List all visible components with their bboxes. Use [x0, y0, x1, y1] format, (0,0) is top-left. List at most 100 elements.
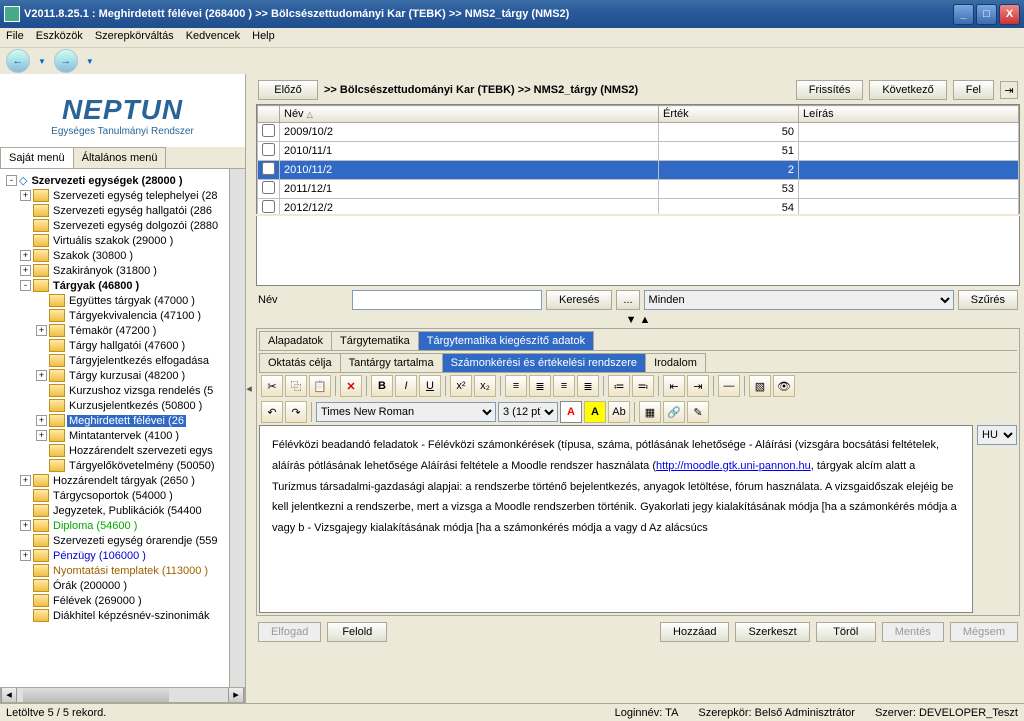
- redo-icon[interactable]: ↷: [285, 401, 307, 423]
- splitter-horizontal[interactable]: ▼ ▲: [256, 314, 1020, 326]
- row-checkbox[interactable]: [262, 124, 275, 137]
- grid-header-desc[interactable]: Leírás: [799, 106, 1019, 123]
- grid-header-name[interactable]: Név △: [280, 106, 659, 123]
- tree-item[interactable]: Tárgyjelentkezés elfogadása: [67, 355, 211, 367]
- edit-button[interactable]: Szerkeszt: [735, 622, 809, 642]
- menu-role[interactable]: Szerepkörváltás: [95, 30, 174, 45]
- maximize-button[interactable]: □: [976, 4, 997, 25]
- expand-icon[interactable]: +: [36, 325, 47, 336]
- expand-icon[interactable]: +: [36, 415, 47, 426]
- tree-item[interactable]: Jegyzetek, Publikációk (54400: [51, 505, 204, 517]
- expand-icon[interactable]: +: [36, 370, 47, 381]
- undo-icon[interactable]: ↶: [261, 401, 283, 423]
- delete-button[interactable]: Töröl: [816, 622, 876, 642]
- cut-icon[interactable]: ✂: [261, 375, 283, 397]
- tree-item[interactable]: Félévek (269000 ): [51, 595, 144, 607]
- tab-subject-theme-extra[interactable]: Tárgytematika kiegészítő adatok: [418, 331, 594, 350]
- align-right-icon[interactable]: ≡: [553, 375, 575, 397]
- row-checkbox[interactable]: [262, 200, 275, 213]
- tree-item[interactable]: Pénzügy (106000 ): [51, 550, 148, 562]
- expand-icon[interactable]: +: [20, 520, 31, 531]
- preview-icon[interactable]: 👁: [773, 375, 795, 397]
- tab-content[interactable]: Tantárgy tartalma: [340, 353, 443, 372]
- collapse-icon[interactable]: -: [6, 175, 17, 186]
- table-row[interactable]: 2012/12/254: [258, 199, 1019, 215]
- tree-item[interactable]: Órák (200000 ): [51, 580, 129, 592]
- rich-text-editor[interactable]: Félévközi beadandó feladatok - Félévközi…: [259, 425, 973, 613]
- table-row[interactable]: 2009/10/250: [258, 123, 1019, 142]
- indent-icon[interactable]: ⇥: [687, 375, 709, 397]
- tree-item[interactable]: Nyomtatási templatek (113000 ): [51, 565, 210, 577]
- clearformat-icon[interactable]: Ab: [608, 401, 630, 423]
- add-button[interactable]: Hozzáad: [660, 622, 729, 642]
- tree-item[interactable]: Szervezeti egység telephelyei (28: [51, 190, 219, 202]
- tree-item[interactable]: Kurzushoz vizsga rendelés (5: [67, 385, 215, 397]
- edit-icon[interactable]: ✎: [687, 401, 709, 423]
- table-icon[interactable]: ▦: [639, 401, 661, 423]
- tree-item[interactable]: Témakör (47200 ): [67, 325, 158, 337]
- tree-item[interactable]: Szervezeti egység órarendje (559: [51, 535, 219, 547]
- hr-icon[interactable]: —: [718, 375, 740, 397]
- image-icon[interactable]: ▧: [749, 375, 771, 397]
- tree-item[interactable]: Szakirányok (31800 ): [51, 265, 159, 277]
- tree-item[interactable]: Hozzárendelt tárgyak (2650 ): [51, 475, 197, 487]
- dropdown-icon[interactable]: ▼: [86, 57, 94, 66]
- data-grid[interactable]: Név △ Érték Leírás 2009/10/250 2010/11/1…: [256, 104, 1020, 214]
- tree-item[interactable]: Mintatantervek (4100 ): [67, 430, 181, 442]
- tab-subject-theme[interactable]: Tárgytematika: [331, 331, 419, 350]
- menu-tools[interactable]: Eszközök: [36, 30, 83, 45]
- delete-icon[interactable]: ✕: [340, 375, 362, 397]
- list-numbers-icon[interactable]: ≕: [632, 375, 654, 397]
- row-checkbox[interactable]: [262, 143, 275, 156]
- tree-scrollbar[interactable]: [229, 169, 245, 687]
- align-left-icon[interactable]: ≡: [505, 375, 527, 397]
- nav-forward-button[interactable]: →: [54, 49, 78, 73]
- tree-item[interactable]: Virtuális szakok (29000 ): [51, 235, 175, 247]
- row-checkbox[interactable]: [262, 162, 275, 175]
- superscript-icon[interactable]: x²: [450, 375, 472, 397]
- tree-item[interactable]: Tárgy hallgatói (47600 ): [67, 340, 187, 352]
- menu-file[interactable]: File: [6, 30, 24, 45]
- collapse-icon[interactable]: -: [20, 280, 31, 291]
- subscript-icon[interactable]: x₂: [474, 375, 496, 397]
- tree-item[interactable]: Tárgyelőkövetelmény (50050): [67, 460, 217, 472]
- nav-back-button[interactable]: ←: [6, 49, 30, 73]
- close-button[interactable]: X: [999, 4, 1020, 25]
- editor-link[interactable]: http://moodle.gtk.uni-pannon.hu: [656, 460, 811, 472]
- refresh-button[interactable]: Frissítés: [796, 80, 864, 100]
- minimize-button[interactable]: _: [953, 4, 974, 25]
- tree-item-selected[interactable]: Meghirdetett félévei (26: [67, 415, 186, 427]
- row-checkbox[interactable]: [262, 181, 275, 194]
- tab-goal[interactable]: Oktatás célja: [259, 353, 341, 372]
- pin-button[interactable]: ⇥: [1000, 81, 1018, 99]
- release-button[interactable]: Felold: [327, 622, 387, 642]
- tree-item[interactable]: Diákhitel képzésnév-szinonimák: [51, 610, 212, 622]
- language-select[interactable]: HU: [977, 425, 1017, 445]
- up-button[interactable]: Fel: [953, 80, 994, 100]
- bold-icon[interactable]: B: [371, 375, 393, 397]
- tab-literature[interactable]: Irodalom: [645, 353, 706, 372]
- underline-icon[interactable]: U: [419, 375, 441, 397]
- grid-header-value[interactable]: Érték: [659, 106, 799, 123]
- font-family-select[interactable]: Times New Roman: [316, 402, 496, 422]
- navigation-tree[interactable]: -◇Szervezeti egységek (28000 ) +Szerveze…: [0, 169, 245, 687]
- align-justify-icon[interactable]: ≣: [577, 375, 599, 397]
- tree-item[interactable]: Diploma (54600 ): [51, 520, 139, 532]
- align-center-icon[interactable]: ≣: [529, 375, 551, 397]
- tree-item[interactable]: Tárgyak (46800 ): [51, 280, 141, 292]
- search-button[interactable]: Keresés: [546, 290, 612, 310]
- expand-icon[interactable]: +: [20, 250, 31, 261]
- tree-item[interactable]: Szervezeti egység hallgatói (286: [51, 205, 214, 217]
- expand-icon[interactable]: +: [36, 430, 47, 441]
- tree-item[interactable]: Szervezeti egység dolgozói (2880: [51, 220, 220, 232]
- font-size-select[interactable]: 3 (12 pt): [498, 402, 558, 422]
- prev-button[interactable]: Előző: [258, 80, 318, 100]
- paste-icon[interactable]: 📋: [309, 375, 331, 397]
- search-options-button[interactable]: ...: [616, 290, 639, 310]
- table-row[interactable]: 2011/12/153: [258, 180, 1019, 199]
- expand-icon[interactable]: +: [20, 475, 31, 486]
- tree-item[interactable]: Együttes tárgyak (47000 ): [67, 295, 197, 307]
- copy-icon[interactable]: ⿻: [285, 375, 307, 397]
- list-bullets-icon[interactable]: ≔: [608, 375, 630, 397]
- next-button[interactable]: Következő: [869, 80, 946, 100]
